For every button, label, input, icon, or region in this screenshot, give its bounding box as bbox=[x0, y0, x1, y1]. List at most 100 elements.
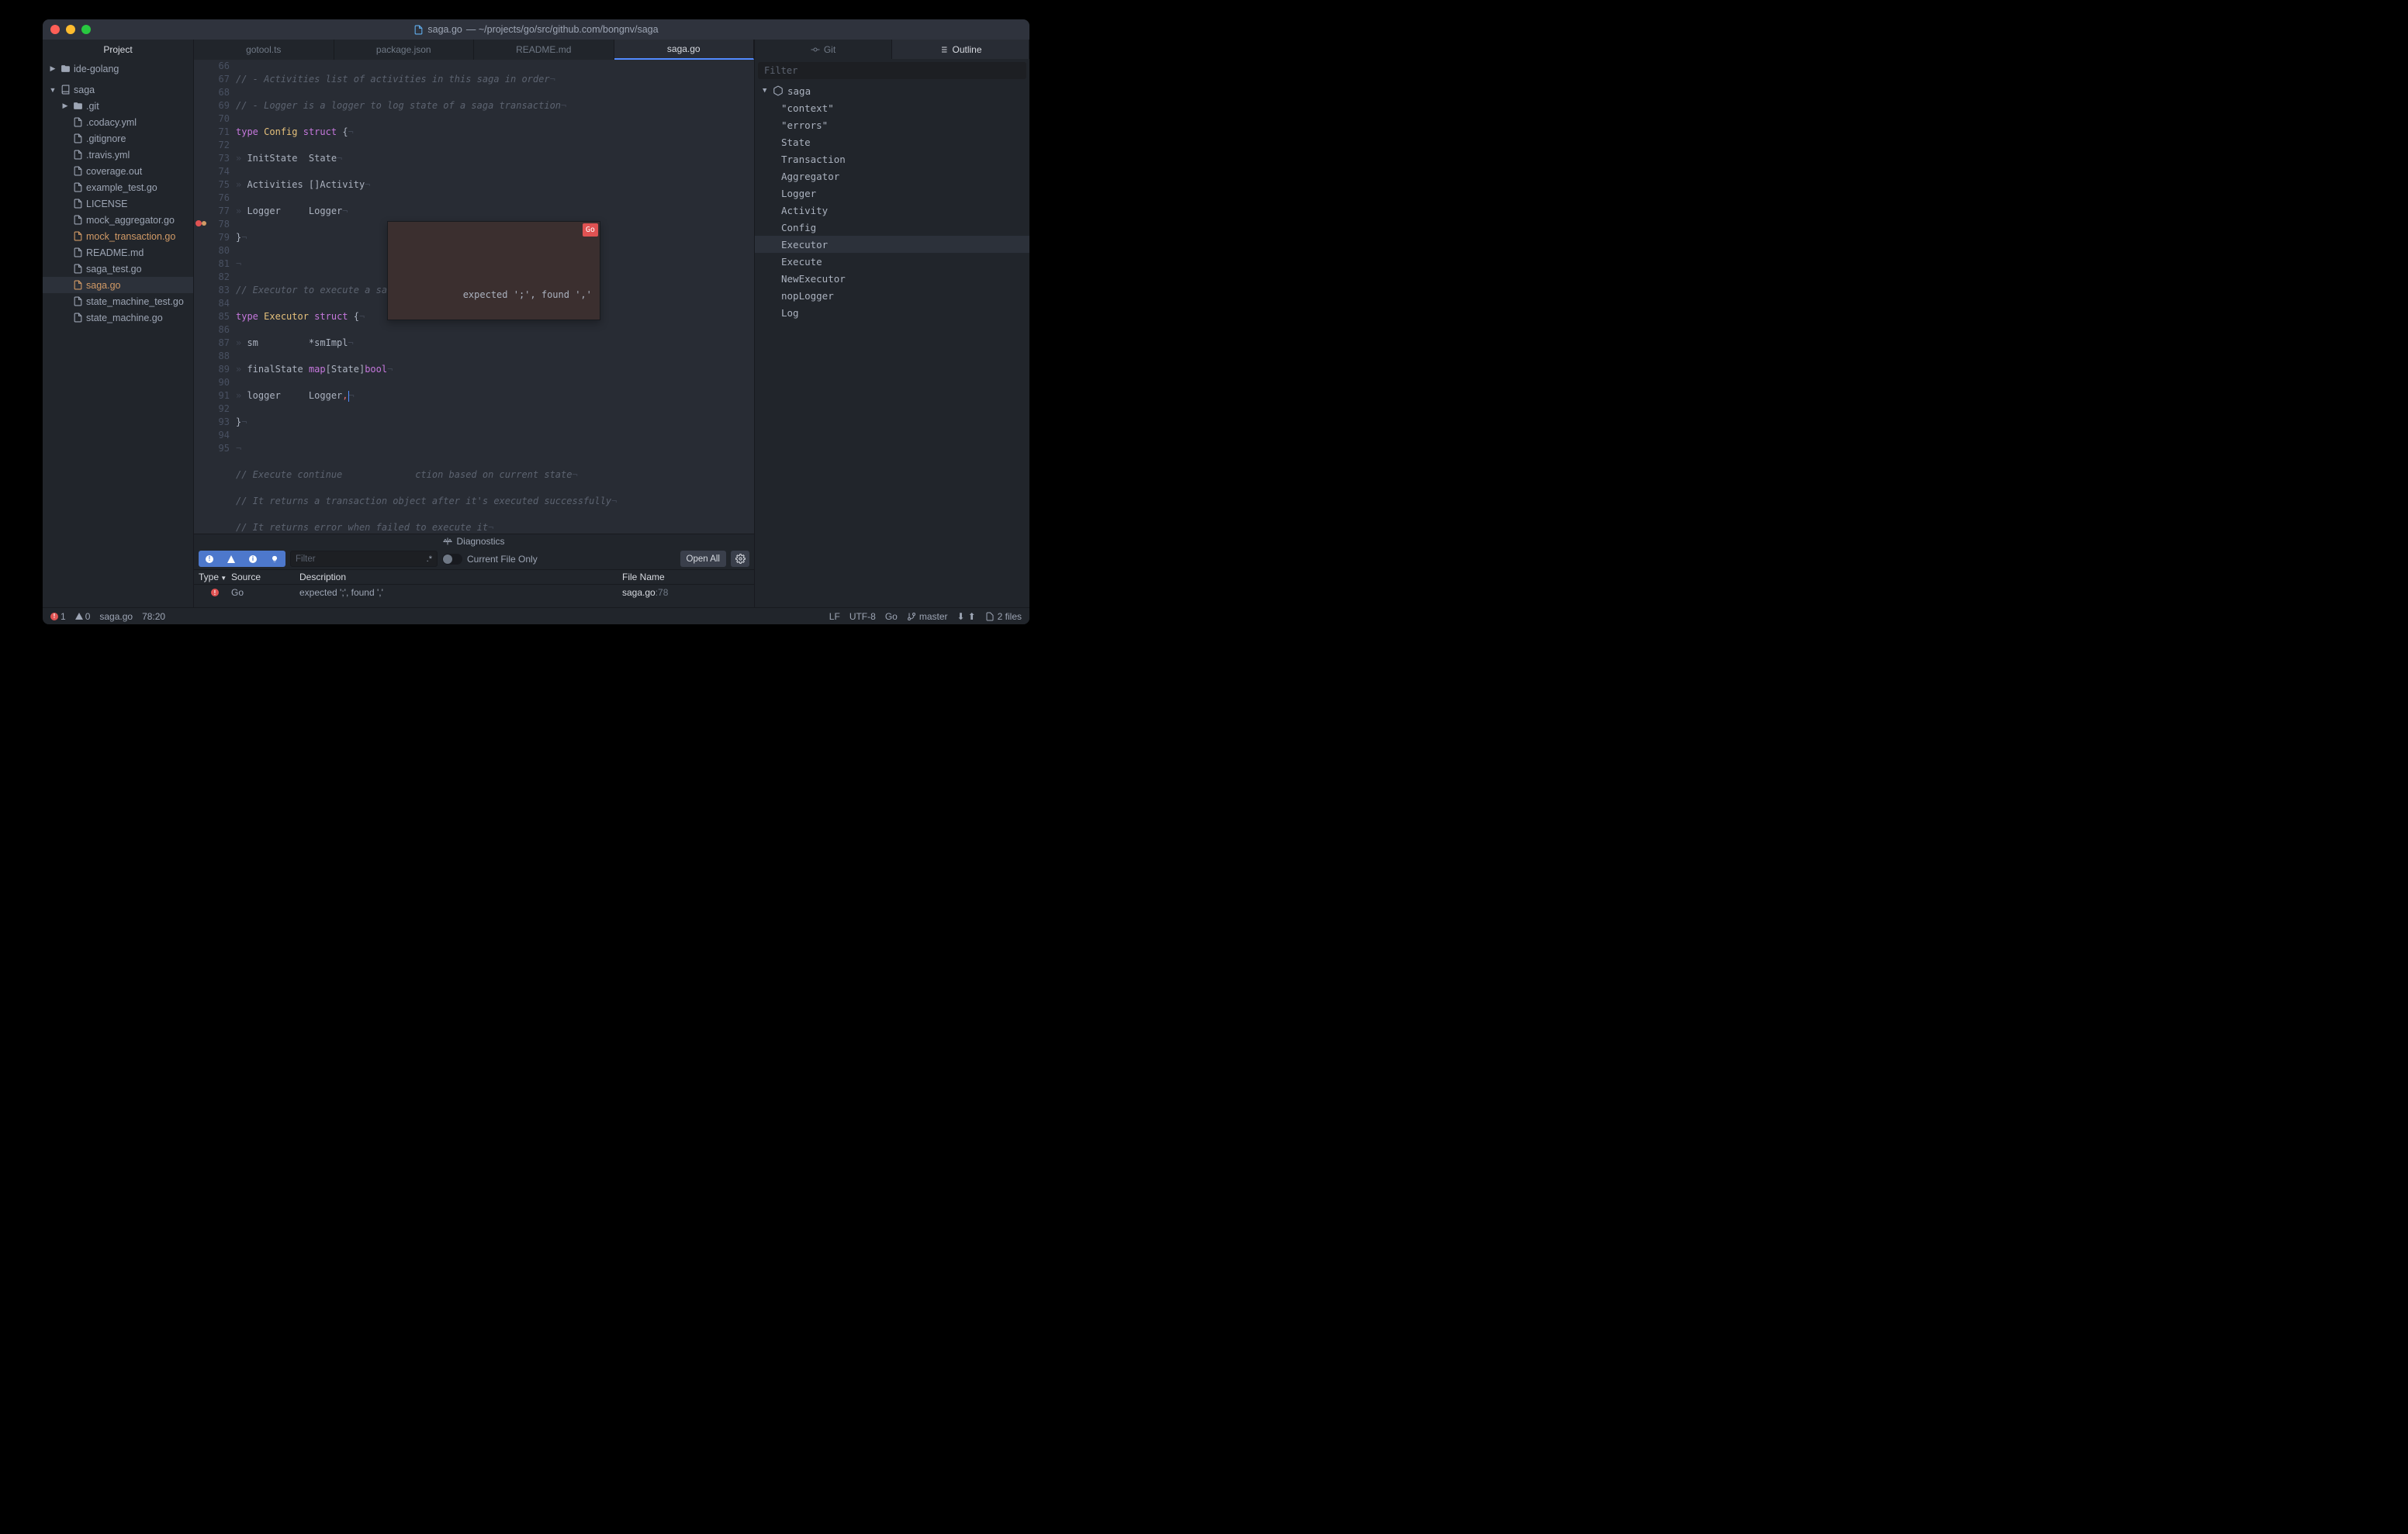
tree-file[interactable]: ·README.md bbox=[43, 244, 193, 261]
modified-marker bbox=[202, 221, 206, 226]
tree-file[interactable]: ·LICENSE bbox=[43, 195, 193, 212]
body: Project ▶ ide-golang ▼ saga ▶ .git bbox=[43, 40, 1029, 607]
file-tree[interactable]: ▶ ide-golang ▼ saga ▶ .git ·.codacy.yml … bbox=[43, 59, 193, 607]
tab-git[interactable]: Git bbox=[755, 40, 892, 59]
code-editor[interactable]: 6667686970717273747576777879808182838485… bbox=[194, 60, 754, 534]
outline-item[interactable]: Aggregator bbox=[755, 168, 1029, 185]
file-icon bbox=[72, 231, 83, 242]
balance-icon bbox=[443, 537, 452, 546]
outline-item[interactable]: Executor bbox=[755, 236, 1029, 253]
list-icon bbox=[939, 45, 948, 54]
status-encoding[interactable]: UTF-8 bbox=[849, 611, 876, 622]
tree-label: state_machine.go bbox=[86, 313, 163, 323]
diagnostic-tooltip: Go expected ';', found ',' bbox=[387, 221, 600, 320]
outline-label: Transaction bbox=[781, 154, 846, 165]
settings-button[interactable] bbox=[731, 551, 749, 567]
col-type[interactable]: Type ▼ bbox=[194, 572, 231, 582]
status-errors[interactable]: ! 1 bbox=[50, 611, 66, 622]
outline-label: State bbox=[781, 136, 811, 148]
git-icon bbox=[811, 45, 820, 54]
file-icon bbox=[72, 247, 83, 258]
outline-tree[interactable]: ▼ saga "context" "errors" State Transaction… bbox=[755, 82, 1029, 607]
title-filename: saga.go bbox=[427, 24, 462, 35]
tree-root-ide-golang[interactable]: ▶ ide-golang bbox=[43, 60, 193, 77]
open-all-button[interactable]: Open All bbox=[680, 551, 726, 567]
tab-readme[interactable]: README.md bbox=[474, 40, 614, 60]
outline-filter-input[interactable]: Filter bbox=[758, 62, 1026, 79]
filter-hint-button[interactable] bbox=[264, 551, 285, 567]
outline-item[interactable]: Execute bbox=[755, 253, 1029, 270]
titlebar[interactable]: saga.go — ~/projects/go/src/github.com/b… bbox=[43, 19, 1029, 40]
code-content[interactable]: // - Activities list of activities in th… bbox=[236, 60, 754, 534]
file-icon bbox=[72, 215, 83, 226]
tree-file[interactable]: ·.codacy.yml bbox=[43, 114, 193, 130]
tree-label: saga bbox=[74, 85, 95, 95]
outline-item[interactable]: State bbox=[755, 133, 1029, 150]
outline-item[interactable]: "context" bbox=[755, 99, 1029, 116]
diagnostics-filter-input[interactable]: Filter .* bbox=[290, 551, 438, 567]
status-eol[interactable]: LF bbox=[829, 611, 840, 622]
outline-item[interactable]: Transaction bbox=[755, 150, 1029, 168]
tooltip-badge: Go bbox=[583, 223, 598, 237]
filter-error-button[interactable]: ! bbox=[199, 551, 220, 567]
status-branch[interactable]: master bbox=[907, 611, 948, 622]
outline-item[interactable]: NewExecutor bbox=[755, 270, 1029, 287]
tab-packagejson[interactable]: package.json bbox=[334, 40, 475, 60]
open-all-label: Open All bbox=[687, 555, 720, 564]
outline-item[interactable]: Log bbox=[755, 304, 1029, 321]
outline-label: NewExecutor bbox=[781, 273, 846, 285]
outline-item[interactable]: "errors" bbox=[755, 116, 1029, 133]
col-source[interactable]: Source bbox=[231, 572, 299, 582]
outline-label: Logger bbox=[781, 188, 816, 199]
repo-icon bbox=[60, 85, 71, 95]
tab-gotool[interactable]: gotool.ts bbox=[194, 40, 334, 60]
tab-label: package.json bbox=[376, 44, 431, 55]
col-description[interactable]: Description bbox=[299, 572, 622, 582]
diagnostic-row[interactable]: ! Go expected ';', found ',' saga.go:78 bbox=[194, 585, 754, 600]
git-push-icon[interactable]: ⬇ bbox=[957, 611, 965, 622]
status-position[interactable]: 78:20 bbox=[142, 611, 165, 622]
col-filename[interactable]: File Name bbox=[622, 572, 754, 582]
filter-warning-button[interactable] bbox=[220, 551, 242, 567]
git-pull-icon[interactable]: ⬆ bbox=[968, 611, 976, 622]
tree-file-modified[interactable]: ·mock_transaction.go bbox=[43, 228, 193, 244]
tree-file[interactable]: ·.gitignore bbox=[43, 130, 193, 147]
outline-item[interactable]: Activity bbox=[755, 202, 1029, 219]
tooltip-text: expected ';', found ',' bbox=[463, 289, 592, 300]
row-source: Go bbox=[231, 587, 299, 598]
error-marker[interactable] bbox=[195, 220, 202, 226]
tree-label: .git bbox=[86, 101, 99, 112]
status-filename[interactable]: saga.go bbox=[99, 611, 133, 622]
tab-outline[interactable]: Outline bbox=[892, 40, 1029, 59]
outline-item[interactable]: Logger bbox=[755, 185, 1029, 202]
tree-file[interactable]: ·example_test.go bbox=[43, 179, 193, 195]
filter-placeholder: Filter bbox=[296, 555, 316, 564]
tree-root-saga[interactable]: ▼ saga bbox=[43, 81, 193, 98]
status-files[interactable]: 2 files bbox=[985, 611, 1022, 622]
tree-file[interactable]: ·mock_aggregator.go bbox=[43, 212, 193, 228]
tree-file[interactable]: ·state_machine.go bbox=[43, 309, 193, 326]
warning-count: 0 bbox=[85, 611, 91, 622]
regex-indicator[interactable]: .* bbox=[427, 555, 432, 564]
tree-file[interactable]: ·state_machine_test.go bbox=[43, 293, 193, 309]
outline-label: "context" bbox=[781, 102, 834, 114]
status-language[interactable]: Go bbox=[885, 611, 898, 622]
tree-file-saga-go[interactable]: ·saga.go bbox=[43, 277, 193, 293]
title-path: — ~/projects/go/src/github.com/bongnv/sa… bbox=[466, 24, 659, 35]
status-warnings[interactable]: 0 bbox=[75, 611, 91, 622]
tree-file[interactable]: ·saga_test.go bbox=[43, 261, 193, 277]
tree-folder-git[interactable]: ▶ .git bbox=[43, 98, 193, 114]
outline-item[interactable]: nopLogger bbox=[755, 287, 1029, 304]
current-file-toggle[interactable] bbox=[442, 554, 462, 565]
tree-label: coverage.out bbox=[86, 166, 142, 177]
file-icon bbox=[72, 182, 83, 193]
diagnostics-title[interactable]: Diagnostics bbox=[194, 534, 754, 548]
filter-info-button[interactable]: i bbox=[242, 551, 264, 567]
outline-item[interactable]: Config bbox=[755, 219, 1029, 236]
window-title: saga.go — ~/projects/go/src/github.com/b… bbox=[43, 24, 1029, 35]
tree-file[interactable]: ·.travis.yml bbox=[43, 147, 193, 163]
outline-root[interactable]: ▼ saga bbox=[755, 82, 1029, 99]
tree-file[interactable]: ·coverage.out bbox=[43, 163, 193, 179]
tab-saga-go[interactable]: saga.go bbox=[614, 40, 755, 60]
file-icon bbox=[72, 199, 83, 209]
